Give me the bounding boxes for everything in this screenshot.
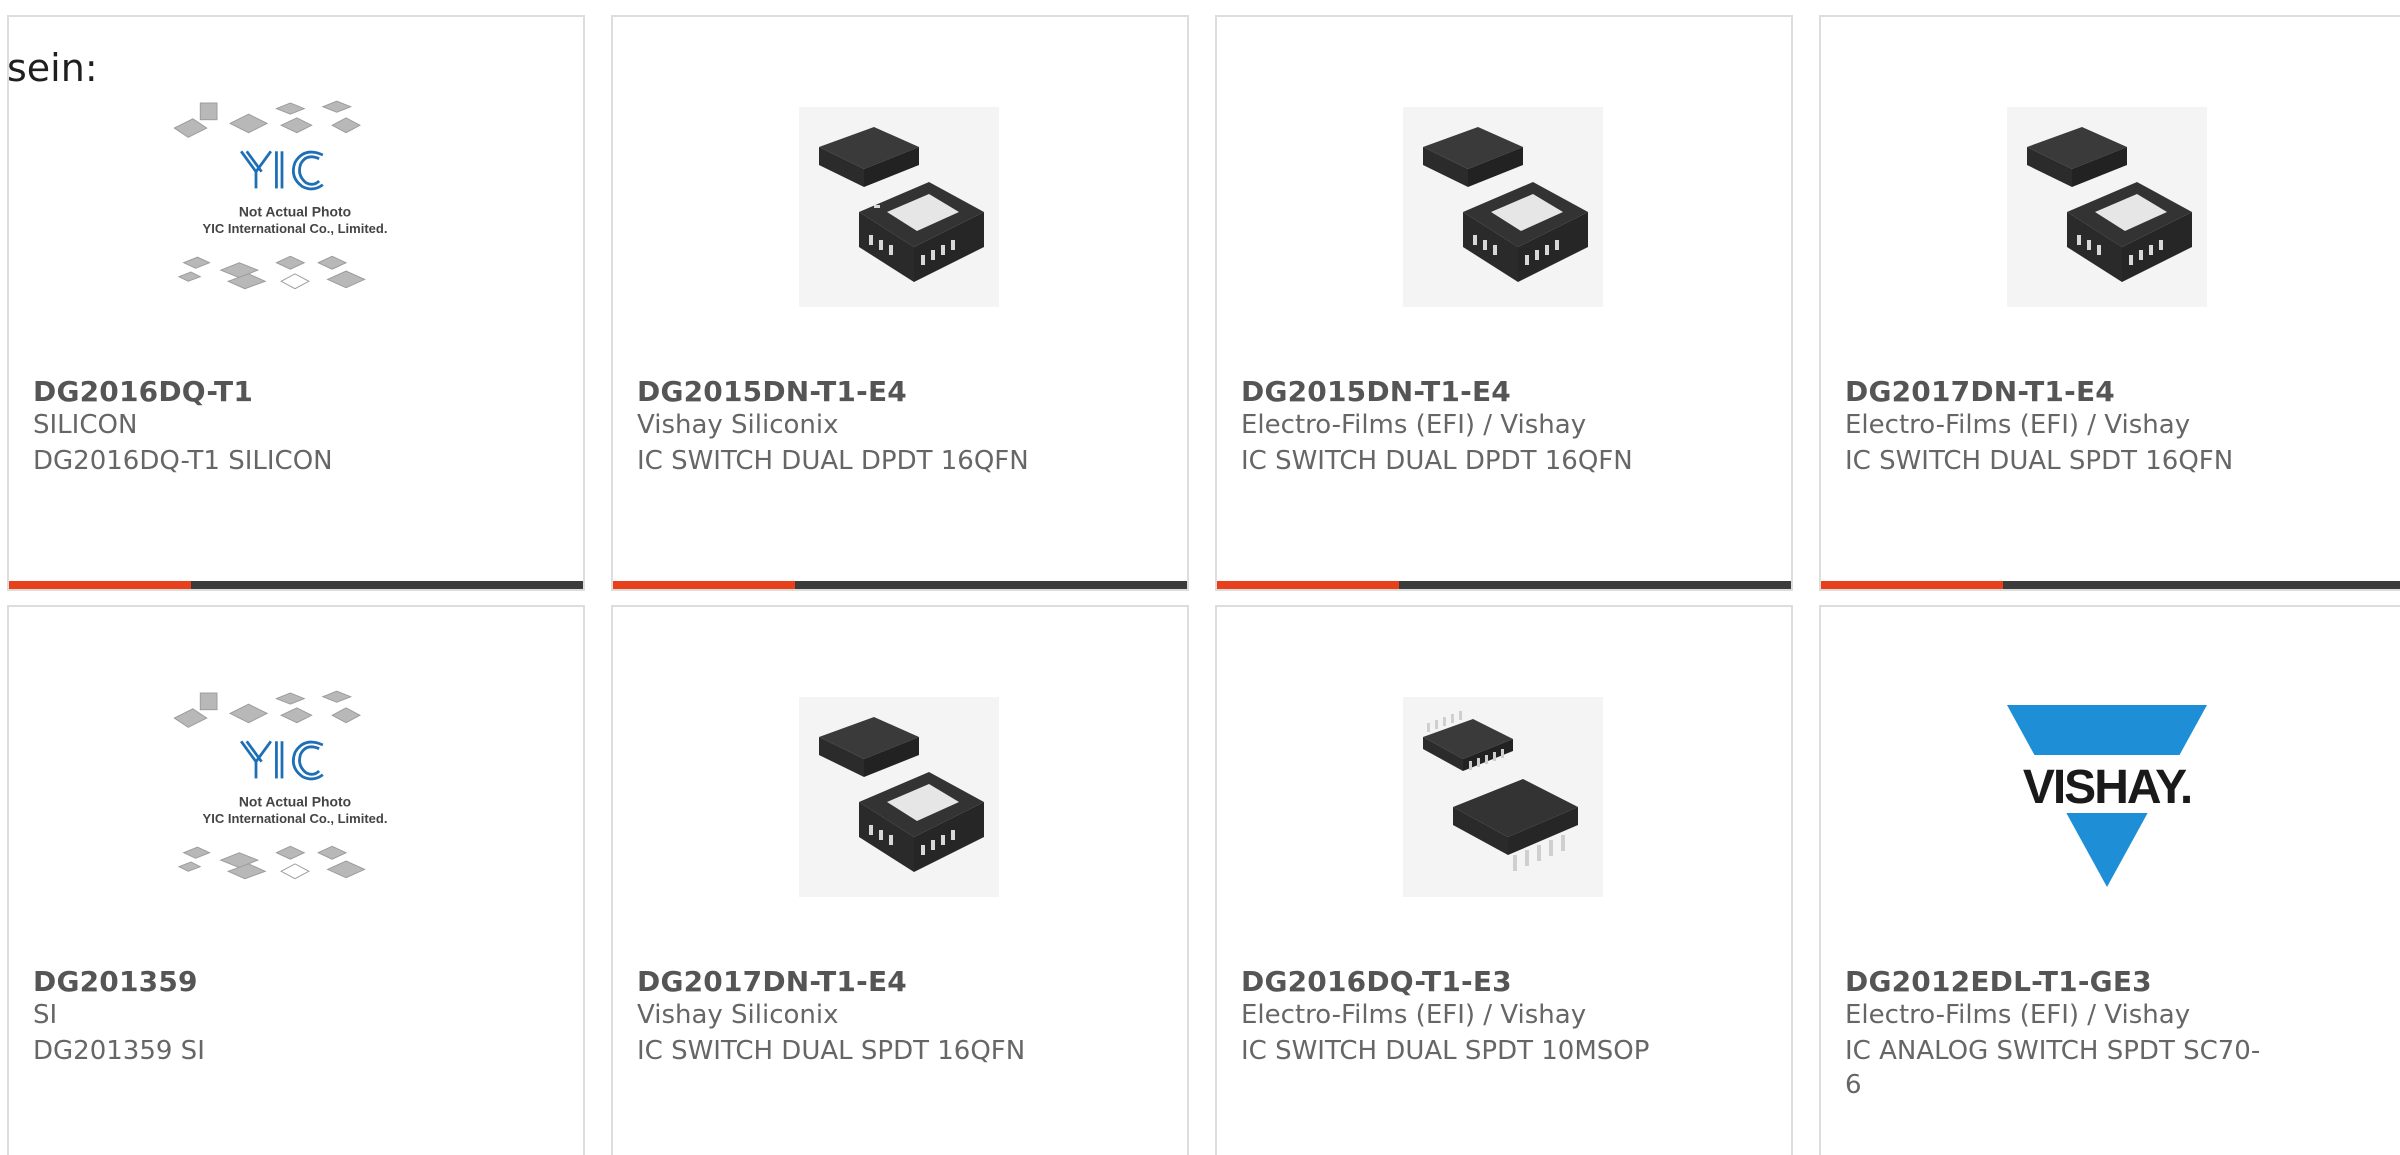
product-description: IC SWITCH DUAL SPDT 16QFN (1845, 446, 2234, 476)
product-image-yic-placeholder[interactable]: Not Actual Photo YIC International Co., … (165, 87, 425, 327)
product-image-vishay-logo[interactable]: VISHAY. (1977, 677, 2237, 917)
product-description: IC SWITCH DUAL DPDT 16QFN (1241, 446, 1633, 476)
card-bar-accent (1821, 581, 2003, 589)
product-description: IC SWITCH DUAL SPDT 16QFN (637, 1036, 1026, 1066)
product-card[interactable]: Not Actual Photo YIC International Co., … (7, 15, 585, 591)
card-bar-accent (1217, 581, 1399, 589)
product-part-number[interactable]: DG2017DN-T1-E4 (637, 965, 907, 998)
vishay-logo-text: VISHAY. (2023, 761, 2191, 814)
product-part-number[interactable]: DG2015DN-T1-E4 (1241, 375, 1511, 408)
product-manufacturer: Electro-Films (EFI) / Vishay (1845, 1000, 2191, 1030)
product-card[interactable]: VISHAY. DG2012EDL-T1-GE3 Electro-Films (… (1819, 605, 2400, 1155)
product-image-qfn-chip[interactable] (769, 87, 1029, 327)
product-manufacturer: Vishay Siliconix (637, 1000, 839, 1030)
card-progress-bar (1217, 581, 1791, 589)
placeholder-line-1: Not Actual Photo (239, 793, 351, 809)
card-bar-accent (9, 581, 191, 589)
product-card[interactable]: DG2017DN-T1-E4 Vishay Siliconix IC SWITC… (611, 605, 1189, 1155)
product-manufacturer: Vishay Siliconix (637, 410, 839, 440)
product-manufacturer: SI (33, 1000, 58, 1030)
placeholder-line-2: YIC International Co., Limited. (203, 221, 388, 236)
product-description: IC ANALOG SWITCH SPDT SC70-6 (1845, 1036, 2261, 1100)
product-manufacturer: Electro-Films (EFI) / Vishay (1845, 410, 2191, 440)
product-description: DG201359 SI (33, 1036, 205, 1066)
product-part-number[interactable]: DG2017DN-T1-E4 (1845, 375, 2115, 408)
product-part-number[interactable]: DG2016DQ-T1 (33, 375, 253, 408)
product-grid-page: sein: Not Actual Photo YIC International… (0, 0, 2400, 1155)
product-part-number[interactable]: DG2012EDL-T1-GE3 (1845, 965, 2152, 998)
placeholder-line-1: Not Actual Photo (239, 203, 351, 219)
product-image-yic-placeholder[interactable]: Not Actual Photo YIC International Co., … (165, 677, 425, 917)
product-card[interactable]: DG2015DN-T1-E4 Electro-Films (EFI) / Vis… (1215, 15, 1793, 591)
product-card[interactable]: DG2015DN-T1-E4 Vishay Siliconix IC SWITC… (611, 15, 1189, 591)
product-image-qfn-chip[interactable] (1977, 87, 2237, 327)
card-progress-bar (1821, 581, 2400, 589)
product-image-qfn-chip[interactable] (769, 677, 1029, 917)
card-progress-bar (9, 581, 583, 589)
product-card[interactable]: DG2017DN-T1-E4 Electro-Films (EFI) / Vis… (1819, 15, 2400, 591)
product-manufacturer: Electro-Films (EFI) / Vishay (1241, 1000, 1587, 1030)
product-description: IC SWITCH DUAL SPDT 10MSOP (1241, 1036, 1650, 1066)
product-part-number[interactable]: DG2015DN-T1-E4 (637, 375, 907, 408)
product-part-number[interactable]: DG2016DQ-T1-E3 (1241, 965, 1512, 998)
product-image-qfn-chip[interactable] (1373, 87, 1633, 327)
product-manufacturer: SILICON (33, 410, 138, 440)
product-manufacturer: Electro-Films (EFI) / Vishay (1241, 410, 1587, 440)
product-description: IC SWITCH DUAL DPDT 16QFN (637, 446, 1029, 476)
card-bar-accent (613, 581, 795, 589)
placeholder-line-2: YIC International Co., Limited. (203, 811, 388, 826)
product-card[interactable]: DG2016DQ-T1-E3 Electro-Films (EFI) / Vis… (1215, 605, 1793, 1155)
heading-text: sein: (7, 46, 98, 90)
product-card[interactable]: Not Actual Photo YIC International Co., … (7, 605, 585, 1155)
card-progress-bar (613, 581, 1187, 589)
product-part-number[interactable]: DG201359 (33, 965, 198, 998)
product-description: DG2016DQ-T1 SILICON (33, 446, 333, 476)
product-image-msop-chip[interactable] (1373, 677, 1633, 917)
